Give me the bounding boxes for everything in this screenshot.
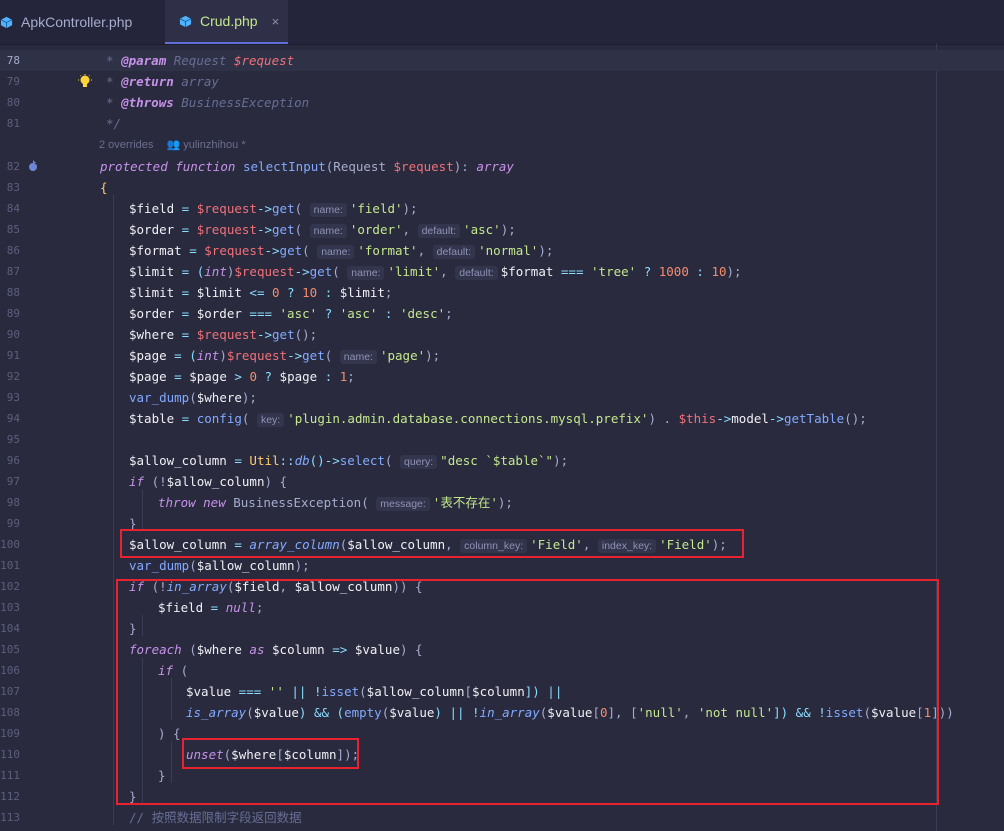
- tab-apkcontroller[interactable]: ApkController.php: [0, 0, 165, 44]
- tab-label: Crud.php: [200, 13, 258, 29]
- line-number: 101: [0, 559, 20, 572]
- code-line: 84 $field = $request->get( name:'field')…: [0, 198, 1004, 219]
- line-number: 80: [6, 96, 20, 109]
- line-number: 89: [6, 307, 20, 320]
- code-line: 80 * @throws BusinessException: [0, 92, 1004, 113]
- line-number: 103: [0, 601, 20, 614]
- line-number: 91: [6, 349, 20, 362]
- line-number: 99: [6, 517, 20, 530]
- code-vision-hints[interactable]: 2 overrides 👥 yulinzhihou *: [99, 135, 246, 156]
- code-line: 89 $order = $order === 'asc' ? 'asc' : '…: [0, 303, 1004, 324]
- code-line: 91 $page = (int)$request->get( name:'pag…: [0, 345, 1004, 366]
- code-line: 81 */: [0, 113, 1004, 134]
- line-number: 98: [6, 496, 20, 509]
- code-line: 90 $where = $request->get();: [0, 324, 1004, 345]
- line-number: 112: [0, 790, 20, 803]
- code-line: 113 // 按照数据限制字段返回数据: [0, 807, 1004, 828]
- line-number: 78: [6, 54, 20, 67]
- line-number: 81: [6, 117, 20, 130]
- line-number: 108: [0, 706, 20, 719]
- line-number: 102: [0, 580, 20, 593]
- line-number: 87: [6, 265, 20, 278]
- php-file-icon: [0, 16, 13, 28]
- line-number: 110: [0, 748, 20, 761]
- code-line: 94 $table = config( key:'plugin.admin.da…: [0, 408, 1004, 429]
- line-number: 109: [0, 727, 20, 740]
- code-editor[interactable]: 78 * @param Request $request 79 * @retur…: [0, 44, 1004, 831]
- line-number: 84: [6, 202, 20, 215]
- line-number: 105: [0, 643, 20, 656]
- annotation-box-unset: [182, 738, 359, 769]
- author-name[interactable]: yulinzhihou *: [183, 139, 245, 151]
- code-line: 92 $page = $page > 0 ? $page : 1;: [0, 366, 1004, 387]
- code-line: 87 $limit = (int)$request->get( name:'li…: [0, 261, 1004, 282]
- code-line: 86 $format = $request->get( name:'format…: [0, 240, 1004, 261]
- php-file-icon: [179, 15, 192, 27]
- code-line: 83 {: [0, 177, 1004, 198]
- line-number: 83: [6, 181, 20, 194]
- line-number: 88: [6, 286, 20, 299]
- line-number: 97: [6, 475, 20, 488]
- close-icon[interactable]: ×: [272, 14, 280, 29]
- line-number: 92: [6, 370, 20, 383]
- line-number: 111: [0, 769, 20, 782]
- overrides-count[interactable]: 2 overrides: [99, 139, 153, 151]
- tab-crud[interactable]: Crud.php ×: [165, 0, 288, 44]
- code-line: 78 * @param Request $request: [0, 50, 1004, 71]
- code-line: 82 protected function selectInput(Reques…: [0, 156, 1004, 177]
- code-line: 96 $allow_column = Util::db()->select( q…: [0, 450, 1004, 471]
- line-number: 96: [6, 454, 20, 467]
- code-line: 85 $order = $request->get( name:'order',…: [0, 219, 1004, 240]
- line-number: 93: [6, 391, 20, 404]
- code-line: 97 if (!$allow_column) {: [0, 471, 1004, 492]
- override-marker-icon[interactable]: [27, 160, 39, 172]
- code-line: 88 $limit = $limit <= 0 ? 10 : $limit;: [0, 282, 1004, 303]
- line-number: 86: [6, 244, 20, 257]
- code-line: 98 throw new BusinessException( message:…: [0, 492, 1004, 513]
- annotation-box-filter-block: [116, 579, 939, 805]
- line-number: 106: [0, 664, 20, 677]
- line-number: 95: [6, 433, 20, 446]
- line-number: 79: [6, 75, 20, 88]
- author-icon: 👥: [166, 139, 181, 151]
- line-number: 94: [6, 412, 20, 425]
- code-line: 95: [0, 429, 1004, 450]
- line-number: 107: [0, 685, 20, 698]
- line-number: 100: [0, 538, 20, 551]
- lightbulb-icon[interactable]: [78, 74, 92, 90]
- code-line: 79 * @return array: [0, 71, 1004, 92]
- editor-tab-bar: ApkController.php Crud.php ×: [0, 0, 1004, 45]
- line-number: 90: [6, 328, 20, 341]
- annotation-box-array-column: [120, 529, 744, 558]
- code-line: 93 var_dump($where);: [0, 387, 1004, 408]
- line-number: 85: [6, 223, 20, 236]
- line-number: 113: [0, 811, 20, 824]
- line-number: 82: [6, 160, 20, 173]
- code-line: 101 var_dump($allow_column);: [0, 555, 1004, 576]
- line-number: 104: [0, 622, 20, 635]
- tab-label: ApkController.php: [21, 14, 133, 30]
